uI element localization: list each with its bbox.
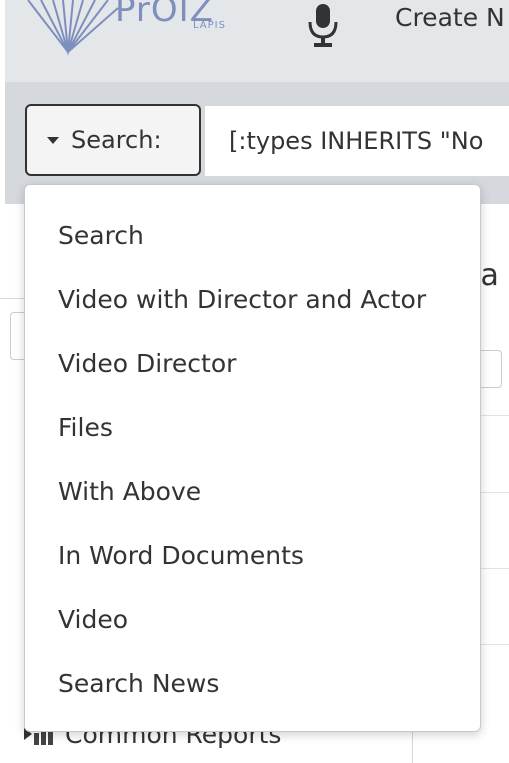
create-new-link[interactable]: Create N [395, 3, 505, 32]
dropdown-item-video[interactable]: Video [25, 588, 480, 652]
dropdown-item-video-director-actor[interactable]: Video with Director and Actor [25, 268, 480, 332]
sidebar-divider [0, 298, 25, 299]
search-type-dropdown-menu: Search Video with Director and Actor Vid… [24, 184, 481, 732]
search-query-input[interactable] [205, 106, 509, 176]
search-type-label: Search: [71, 126, 162, 154]
dropdown-item-with-above[interactable]: With Above [25, 460, 480, 524]
table-row-divider [480, 644, 509, 645]
dropdown-item-files[interactable]: Files [25, 396, 480, 460]
table-row-divider [480, 415, 509, 416]
logo-subtext: LAPIS [193, 20, 226, 31]
caret-down-icon [47, 136, 59, 144]
top-header-bar: PrOIZ LAPIS Create N [5, 0, 509, 82]
search-type-dropdown-button[interactable]: Search: [25, 104, 201, 176]
microphone-icon[interactable] [305, 4, 341, 48]
dropdown-item-search-news[interactable]: Search News [25, 652, 480, 716]
dropdown-item-video-director[interactable]: Video Director [25, 332, 480, 396]
table-row-divider [480, 492, 509, 493]
dropdown-item-search[interactable]: Search [25, 204, 480, 268]
table-row-divider [480, 568, 509, 569]
dropdown-item-word-documents[interactable]: In Word Documents [25, 524, 480, 588]
